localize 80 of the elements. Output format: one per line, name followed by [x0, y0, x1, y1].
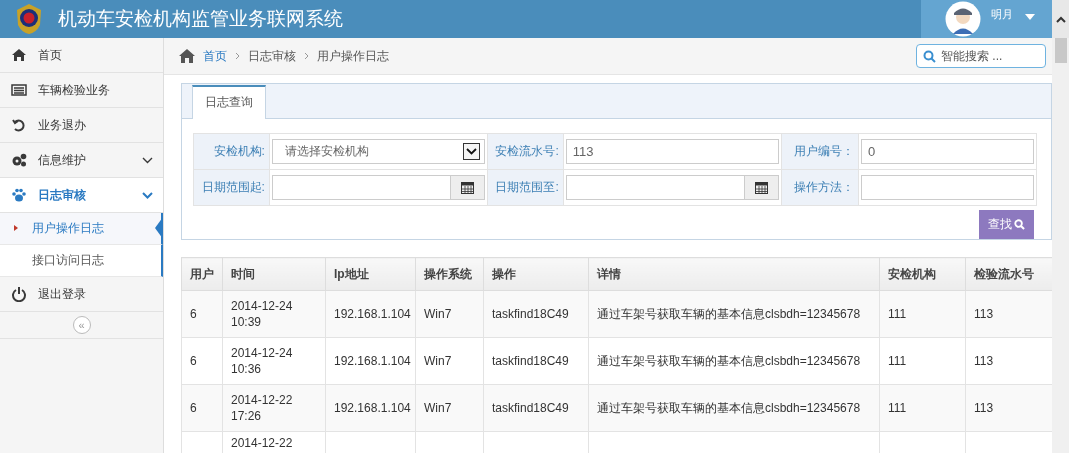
home-icon: [179, 49, 195, 63]
table-cell-text: taskfind18C49: [492, 354, 569, 368]
sidebar-item[interactable]: 车辆检验业务: [0, 73, 163, 108]
power-icon: [11, 286, 27, 302]
field-label: 日期范围起:: [201, 180, 265, 194]
table-cell-text: 111: [888, 307, 907, 321]
chevron-icon: [142, 156, 153, 164]
column-header: 详情: [588, 257, 880, 291]
calendar-icon: [754, 181, 768, 194]
input-field[interactable]: 0: [860, 139, 1034, 164]
table-cell-text: 113: [974, 307, 994, 321]
calendar-icon: [460, 181, 474, 194]
table-cell-text: 6: [190, 354, 197, 368]
chevron-icon: [142, 191, 153, 199]
search-field[interactable]: 智能搜索 ...: [916, 44, 1046, 68]
column-header: 时间: [222, 257, 326, 291]
sidebar-item[interactable]: 退出登录: [0, 277, 163, 312]
table-cell-text: 6: [190, 401, 197, 415]
table-cell-text: 111: [888, 354, 907, 368]
table-cell-text: 192.168.1.104: [334, 354, 411, 368]
sidebar-subitem[interactable]: 接口访问日志: [0, 245, 163, 277]
table-cell-text: 2014-12-24 10:39: [231, 299, 293, 329]
field-label: 安检机构:: [213, 144, 265, 158]
table-cell-text: 113: [974, 354, 994, 368]
column-header: 检验流水号: [965, 257, 1052, 291]
search-icon: [923, 50, 936, 63]
sidebar-subitem[interactable]: 用户操作日志: [0, 213, 163, 245]
field-label: 日期范围至:: [495, 180, 559, 194]
dropdown[interactable]: 请选择安检机构: [271, 139, 485, 164]
list-icon: [11, 82, 27, 98]
input-field[interactable]: 113: [565, 139, 779, 164]
table-cell-text: Win7: [424, 401, 452, 415]
table-cell-text: Win7: [424, 307, 452, 321]
table-cell-text: taskfind18C49: [492, 307, 569, 321]
search-icon: [1014, 219, 1025, 230]
table-cell-text: 6: [190, 307, 197, 321]
breadcrumb-item[interactable]: 首页: [203, 47, 227, 65]
separator-icon: [235, 52, 240, 60]
home-icon: [11, 47, 27, 63]
column-header: 操作: [483, 257, 589, 291]
tab[interactable]: 日志查询: [192, 85, 266, 119]
column-header: Ip地址: [325, 257, 416, 291]
table-cell-text: 2014-12-24 10:36: [231, 346, 293, 376]
field-label: 操作方法：: [793, 180, 854, 194]
table-cell-text: 通过车架号获取车辆的基本信息clsbdh=12345678: [597, 401, 861, 415]
field-label: 安检流水号:: [495, 144, 559, 158]
breadcrumb-item: 用户操作日志: [317, 47, 389, 65]
app-title: 机动车安检机构监管业务联网系统: [58, 7, 344, 31]
table-cell-text: 通过车架号获取车辆的基本信息clsbdh=12345678: [597, 307, 861, 321]
table-cell-text: 111: [888, 401, 907, 415]
undo-icon: [11, 117, 27, 133]
table-cell-text: 2014-12-22: [231, 436, 293, 450]
avatar-icon: [945, 1, 981, 37]
breadcrumb-item[interactable]: 日志审核: [248, 47, 296, 65]
sidebar-item[interactable]: 首页: [0, 38, 163, 73]
table-cell-text: Win7: [424, 354, 452, 368]
table-cell-text: 2014-12-22 17:26: [231, 393, 293, 423]
sidebar-item[interactable]: 业务退办: [0, 108, 163, 143]
table-cell-text: 192.168.1.104: [334, 401, 411, 415]
input-field[interactable]: [860, 175, 1034, 200]
field-label: 用户编号：: [793, 144, 854, 158]
table-cell-text: taskfind18C49: [492, 401, 569, 415]
separator-icon: [304, 52, 309, 60]
search-button[interactable]: 查找: [979, 210, 1034, 239]
scrollbar-thumb[interactable]: [1054, 38, 1067, 63]
table-cell-text: 192.168.1.104: [334, 307, 411, 321]
paw-icon: [11, 187, 27, 203]
gears-icon: [11, 152, 27, 168]
date-field[interactable]: [271, 175, 485, 200]
caret-icon: [1025, 14, 1035, 20]
column-header: 安检机构: [879, 257, 966, 291]
table-cell-text: 通过车架号获取车辆的基本信息clsbdh=12345678: [597, 354, 861, 368]
chevron-up-icon: [1055, 15, 1066, 23]
date-field[interactable]: [565, 175, 779, 200]
table-cell-text: 113: [974, 401, 994, 415]
column-header: 操作系统: [415, 257, 484, 291]
scroll-up-button[interactable]: [1052, 0, 1069, 38]
column-header: 用户: [181, 257, 223, 291]
sidebar-item[interactable]: 日志审核: [0, 178, 163, 213]
emblem-icon: [14, 3, 44, 35]
